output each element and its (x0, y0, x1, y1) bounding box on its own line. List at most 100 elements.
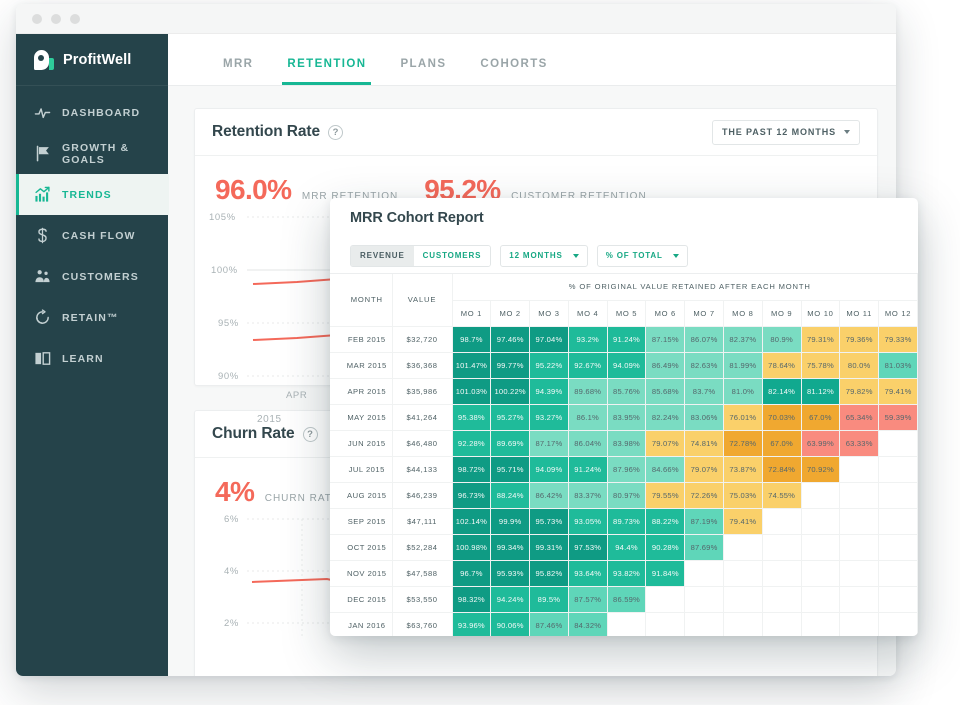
cell-value: $44,133 (392, 456, 452, 482)
help-icon[interactable]: ? (303, 427, 318, 442)
cell-mo-11: 79.36% (840, 326, 879, 352)
cell-mo-8 (723, 586, 762, 612)
sidebar-item-customers[interactable]: CUSTOMERS (16, 256, 168, 297)
cell-mo-7: 87.69% (685, 534, 724, 560)
cell-mo-1: 101.03% (452, 378, 491, 404)
col-header-mo-4: MO 4 (568, 300, 607, 326)
window-close-dot[interactable] (32, 14, 42, 24)
sidebar-item-dashboard[interactable]: DASHBOARD (16, 92, 168, 133)
cell-mo-10: 63.99% (801, 430, 840, 456)
cell-mo-4: 86.04% (568, 430, 607, 456)
table-row: MAR 2015$36,368101.47%99.77%95.22%92.67%… (330, 352, 918, 378)
col-header-span: % OF ORIGINAL VALUE RETAINED AFTER EACH … (452, 274, 918, 300)
brand-logo[interactable]: ProfitWell (16, 34, 168, 86)
tab-plans[interactable]: PLANS (383, 58, 463, 85)
cell-mo-9 (762, 586, 801, 612)
cell-mo-6 (646, 586, 685, 612)
cell-mo-1: 96.73% (452, 482, 491, 508)
cell-mo-12 (879, 586, 918, 612)
cell-mo-9 (762, 612, 801, 636)
date-range-select[interactable]: THE PAST 12 MONTHS (712, 120, 860, 145)
cell-mo-9 (762, 508, 801, 534)
cell-mo-7: 83.06% (685, 404, 724, 430)
cell-mo-8: 81.99% (723, 352, 762, 378)
cell-mo-3: 89.5% (530, 586, 569, 612)
sidebar-item-label: RETAIN™ (62, 312, 119, 324)
page-title: Retention Rate (212, 123, 320, 141)
cell-mo-11: 65.34% (840, 404, 879, 430)
tab-mrr[interactable]: MRR (206, 58, 270, 85)
cell-mo-4: 93.64% (568, 560, 607, 586)
help-icon[interactable]: ? (328, 125, 343, 140)
sidebar-item-learn[interactable]: LEARN (16, 338, 168, 379)
screenshot-root: ProfitWell DASHBOARD GROWT (0, 0, 960, 705)
col-header-mo-11: MO 11 (840, 300, 879, 326)
cell-mo-11: 63.33% (840, 430, 879, 456)
toggle-customers[interactable]: CUSTOMERS (414, 246, 491, 266)
cell-mo-4: 92.67% (568, 352, 607, 378)
cell-mo-4: 86.1% (568, 404, 607, 430)
cell-mo-6: 79.55% (646, 482, 685, 508)
stat-label: CHURN RATE (265, 493, 340, 504)
cell-mo-12 (879, 612, 918, 636)
y-tick-105: 105% (209, 212, 236, 223)
cell-mo-3: 99.31% (530, 534, 569, 560)
cell-mo-10: 79.31% (801, 326, 840, 352)
cell-mo-5: 87.96% (607, 456, 646, 482)
stat-churn-rate: 4% CHURN RATE (215, 476, 340, 508)
flag-icon (34, 145, 51, 162)
cell-mo-8 (723, 534, 762, 560)
cell-mo-8 (723, 612, 762, 636)
cell-mo-9 (762, 560, 801, 586)
sidebar-item-label: GROWTH & GOALS (62, 142, 168, 166)
cell-mo-3: 94.39% (530, 378, 569, 404)
cell-mo-7 (685, 560, 724, 586)
cell-mo-8: 81.0% (723, 378, 762, 404)
brand-name: ProfitWell (63, 52, 131, 68)
window-minimize-dot[interactable] (51, 14, 61, 24)
cell-mo-6: 86.49% (646, 352, 685, 378)
sidebar-nav: DASHBOARD GROWTH & GOALS (16, 86, 168, 379)
cohort-table-wrap[interactable]: MONTH VALUE % OF ORIGINAL VALUE RETAINED… (330, 274, 918, 636)
cell-value: $32,720 (392, 326, 452, 352)
period-select[interactable]: 12 MONTHS (500, 245, 587, 267)
cell-mo-1: 95.38% (452, 404, 491, 430)
cell-mo-10: 81.12% (801, 378, 840, 404)
toggle-revenue[interactable]: REVENUE (351, 246, 414, 266)
cell-mo-11 (840, 560, 879, 586)
cell-month: JAN 2016 (330, 612, 392, 636)
cell-month: MAY 2015 (330, 404, 392, 430)
cell-mo-10 (801, 586, 840, 612)
mrr-cohort-report-modal: MRR Cohort Report REVENUE CUSTOMERS 12 M… (330, 198, 918, 636)
sidebar-item-trends[interactable]: TRENDS (16, 174, 169, 215)
cell-mo-1: 96.7% (452, 560, 491, 586)
cell-mo-8 (723, 560, 762, 586)
table-row: AUG 2015$46,23996.73%88.24%86.42%83.37%8… (330, 482, 918, 508)
y-tick-4: 4% (224, 566, 239, 577)
cell-value: $41,264 (392, 404, 452, 430)
y-tick-95: 95% (218, 318, 239, 329)
retention-card-header: Retention Rate ? THE PAST 12 MONTHS (195, 109, 877, 156)
cell-mo-3: 97.04% (530, 326, 569, 352)
window-maximize-dot[interactable] (70, 14, 80, 24)
cell-mo-1: 98.32% (452, 586, 491, 612)
cell-mo-4: 89.68% (568, 378, 607, 404)
cell-mo-2: 95.27% (491, 404, 530, 430)
sidebar-item-cash-flow[interactable]: CASH FLOW (16, 215, 168, 256)
tab-cohorts[interactable]: COHORTS (463, 58, 564, 85)
cohort-table-body: FEB 2015$32,72098.7%97.46%97.04%93.2%91.… (330, 326, 918, 636)
cell-mo-2: 99.9% (491, 508, 530, 534)
display-mode-select[interactable]: % OF TOTAL (597, 245, 688, 267)
cell-mo-3: 87.17% (530, 430, 569, 456)
cohort-table-head: MONTH VALUE % OF ORIGINAL VALUE RETAINED… (330, 274, 918, 326)
cell-mo-6 (646, 612, 685, 636)
sidebar-item-retain[interactable]: RETAIN™ (16, 297, 168, 338)
sidebar-item-label: TRENDS (62, 189, 112, 201)
tab-retention[interactable]: RETENTION (270, 58, 383, 85)
period-label: 12 MONTHS (509, 251, 562, 260)
cell-value: $63,760 (392, 612, 452, 636)
cell-mo-5: 83.95% (607, 404, 646, 430)
cell-mo-8: 79.41% (723, 508, 762, 534)
cell-mo-3: 95.22% (530, 352, 569, 378)
sidebar-item-growth-goals[interactable]: GROWTH & GOALS (16, 133, 168, 174)
